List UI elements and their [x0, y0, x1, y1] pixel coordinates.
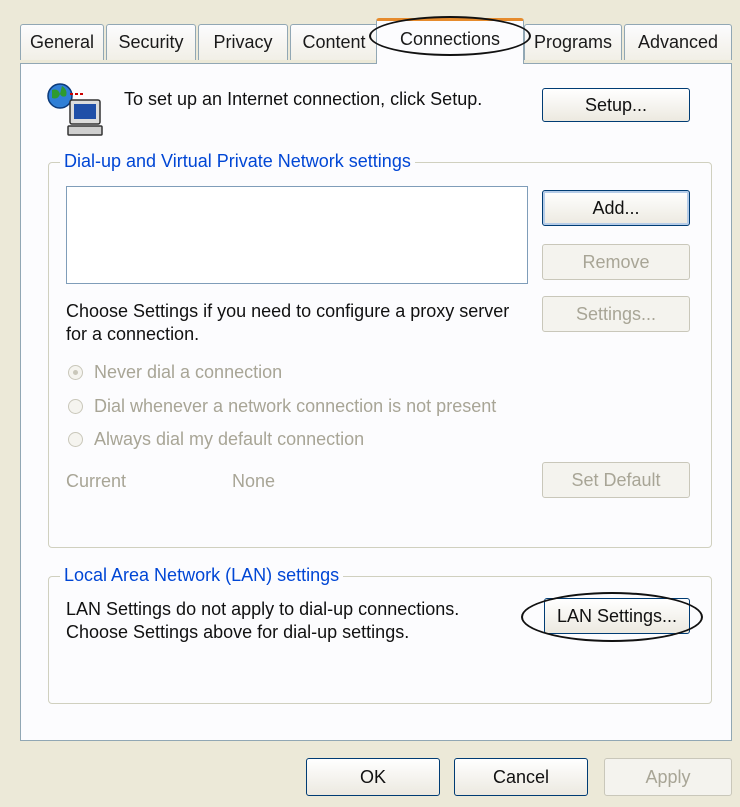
- radio-dial-whenever-label: Dial whenever a network connection is no…: [94, 396, 497, 416]
- tab-general[interactable]: General: [20, 24, 104, 60]
- settings-button[interactable]: Settings...: [542, 296, 690, 332]
- current-label: Current: [66, 471, 127, 491]
- set-default-button[interactable]: Set Default: [542, 462, 690, 498]
- tab-security[interactable]: Security: [106, 24, 196, 60]
- radio-dial-whenever[interactable]: [68, 399, 83, 414]
- radio-always-dial[interactable]: [68, 432, 83, 447]
- ok-button[interactable]: OK: [306, 758, 440, 796]
- connections-listbox[interactable]: [66, 186, 528, 284]
- tab-advanced[interactable]: Advanced: [624, 24, 732, 60]
- remove-button[interactable]: Remove: [542, 244, 690, 280]
- add-button[interactable]: Add...: [542, 190, 690, 226]
- proxy-instruction-text: Choose Settings if you need to configure…: [66, 301, 510, 344]
- tab-programs[interactable]: Programs: [524, 24, 622, 60]
- dialup-vpn-legend: Dial-up and Virtual Private Network sett…: [60, 151, 415, 172]
- setup-instruction-text: To set up an Internet connection, click …: [124, 89, 483, 109]
- network-computer-icon: [44, 80, 108, 138]
- radio-always-dial-label: Always dial my default connection: [94, 429, 365, 449]
- radio-never-dial-label: Never dial a connection: [94, 362, 283, 382]
- tab-privacy[interactable]: Privacy: [198, 24, 288, 60]
- tab-connections[interactable]: Connections: [376, 18, 524, 64]
- current-value: None: [232, 471, 276, 491]
- apply-button[interactable]: Apply: [604, 758, 732, 796]
- cancel-button[interactable]: Cancel: [454, 758, 588, 796]
- setup-button[interactable]: Setup...: [542, 88, 690, 122]
- lan-settings-button[interactable]: LAN Settings...: [544, 598, 690, 634]
- radio-never-dial[interactable]: [68, 365, 83, 380]
- tab-strip: General Security Privacy Content Connect…: [20, 18, 732, 64]
- tab-content[interactable]: Content: [290, 24, 378, 60]
- lan-instruction-text: LAN Settings do not apply to dial-up con…: [66, 599, 460, 642]
- lan-settings-legend: Local Area Network (LAN) settings: [60, 565, 344, 586]
